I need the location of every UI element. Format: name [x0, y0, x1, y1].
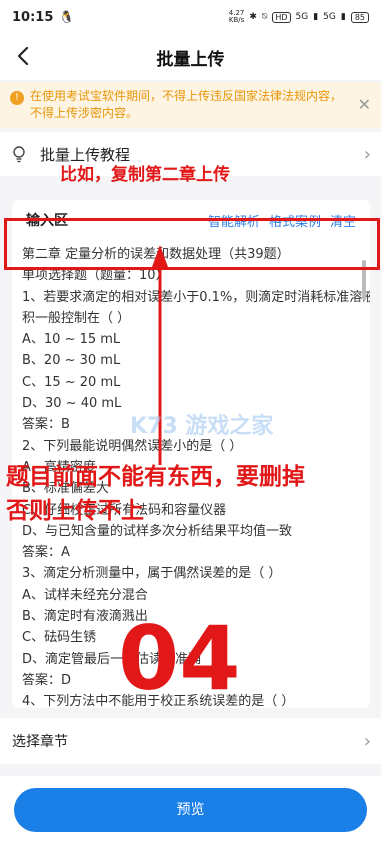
input-line: 答案：A [22, 545, 70, 561]
input-line: C、15 ~ 20 mL [22, 374, 121, 390]
signal-icon: ▮ [313, 12, 319, 22]
vibrate-icon: ⍉ [261, 12, 268, 22]
speed-unit: KB/s [228, 16, 245, 24]
input-line: A、试样未经充分混合 [22, 587, 148, 603]
input-line: A、10 ~ 15 mL [22, 332, 121, 348]
qq-icon: 🐧 [59, 10, 75, 24]
copy-hint-annotation: 比如，复制第二章上传 [60, 165, 230, 185]
status-bar: 10:15 🐧 4.27 KB/s ✱ ⍉ HD 5G ▮ 5G ▮ 85 [0, 0, 381, 34]
highlight-box [4, 218, 380, 270]
notice-text: 在使用考试宝软件期间，不得上传违反国家法律法规内容，不得上传涉密内容。 [30, 89, 343, 120]
close-icon[interactable]: ✕ [358, 95, 371, 114]
network-1: 5G [295, 12, 309, 22]
bluetooth-icon: ✱ [249, 12, 257, 22]
bulb-icon [13, 146, 25, 163]
input-line: 3、滴定分析测量中，属于偶然误差的是（ ） [22, 566, 282, 582]
chevron-right-icon: › [363, 143, 371, 165]
step-number: 04 [118, 607, 241, 710]
signal-icon-2: ▮ [340, 12, 346, 22]
preview-button[interactable]: 预览 [14, 788, 367, 832]
notice-banner: ! 在使用考试宝软件期间，不得上传违反国家法律法规内容，不得上传涉密内容。 ✕ [0, 82, 381, 128]
watermark: K73 游戏之家 [130, 414, 274, 439]
page-title: 批量上传 [156, 49, 225, 70]
chevron-right-icon: › [363, 730, 371, 752]
chapter-label: 选择章节 [12, 734, 68, 750]
status-indicators: 4.27 KB/s ✱ ⍉ HD 5G ▮ 5G ▮ 85 [229, 10, 369, 24]
input-line: 积一般控制在（ ） [22, 310, 131, 326]
battery-indicator: 85 [350, 11, 369, 23]
back-arrow-icon[interactable] [12, 44, 36, 68]
input-line: 1、若要求滴定的相对误差小于0.1%，则滴定时消耗标准溶液体 [22, 289, 370, 305]
status-time: 10:15 [12, 9, 54, 25]
network-2: 5G [323, 12, 336, 22]
warning-annotation: 题目前面不能有东西，要删掉 否则上传不上 [6, 460, 381, 528]
bottom-bar: 预览 [0, 776, 381, 848]
hd-badge: HD [272, 11, 291, 23]
warning-line-2: 否则上传不上 [6, 498, 144, 524]
chapter-select-row[interactable]: 选择章节 › [0, 718, 381, 764]
network-speed: 4.27 KB/s [229, 10, 245, 24]
input-line: B、20 ~ 30 mL [22, 353, 121, 369]
warning-line-1: 题目前面不能有东西，要删掉 [6, 464, 305, 490]
warning-icon: ! [10, 91, 24, 105]
nav-bar: 批量上传 [0, 34, 381, 80]
